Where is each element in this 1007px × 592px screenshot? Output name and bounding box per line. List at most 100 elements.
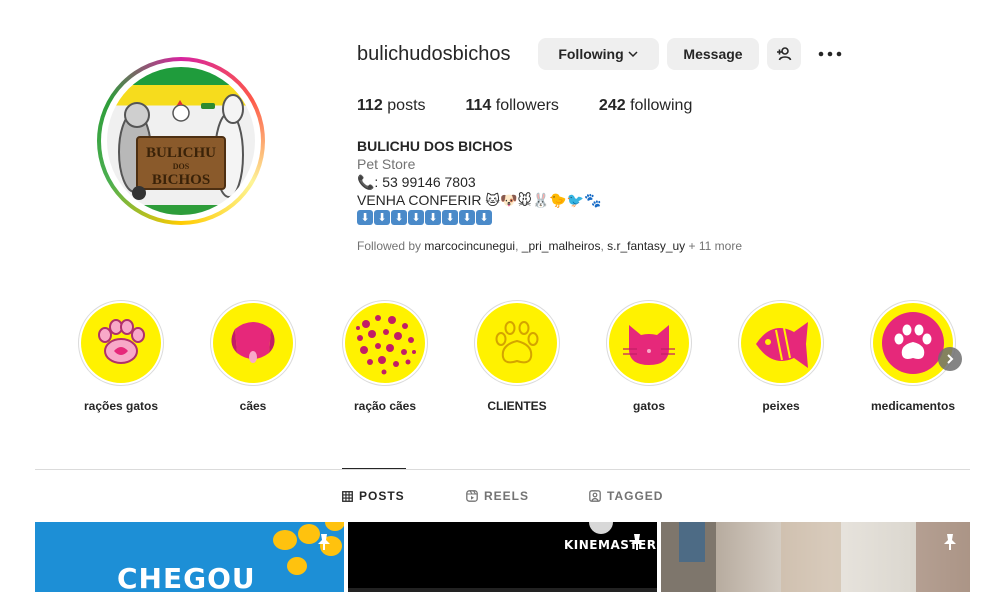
- followers-count: 114: [465, 97, 492, 114]
- highlight-label: ração cães: [353, 399, 417, 413]
- down-arrow-icon: ⬇: [425, 210, 441, 225]
- posts-count: 112: [357, 97, 383, 114]
- profile-stats: 112 posts 114 followers 242 following: [357, 96, 732, 116]
- tab-tagged-label: TAGGED: [607, 489, 664, 503]
- paw-pattern-icon: [356, 315, 416, 375]
- profile-avatar[interactable]: BULICHU DOS BICHOS: [97, 57, 265, 225]
- posts-label: posts: [387, 97, 426, 114]
- tagged-icon: [589, 490, 601, 502]
- followed-by-user[interactable]: marcocincunegui: [424, 239, 515, 253]
- chevron-right-icon: [947, 354, 954, 364]
- followed-by-more: + 11 more: [685, 239, 742, 253]
- avatar-logo-image: BULICHU DOS BICHOS: [107, 67, 255, 215]
- highlight-ring: [474, 300, 560, 386]
- bio-arrow-row: ⬇ ⬇ ⬇ ⬇ ⬇ ⬇ ⬇ ⬇: [357, 210, 777, 225]
- pin-icon: [318, 534, 330, 550]
- avatar-logo-illustration: BULICHU DOS BICHOS: [107, 94, 255, 215]
- tab-active-indicator: [342, 468, 406, 469]
- bio-phone-line: 📞: 53 99146 7803: [357, 174, 476, 190]
- followers-label: followers: [495, 97, 559, 114]
- highlight-item[interactable]: peixes: [721, 300, 841, 413]
- tab-posts[interactable]: POSTS: [342, 489, 405, 503]
- grid-icon: [342, 490, 353, 502]
- highlight-ring: [210, 300, 296, 386]
- following-stat[interactable]: 242 following: [599, 96, 692, 116]
- highlight-cover: [873, 303, 953, 383]
- tabs-divider: [35, 469, 970, 470]
- highlight-ring: [870, 300, 956, 386]
- followed-by-user[interactable]: _pri_malheiros: [522, 239, 601, 253]
- highlight-item[interactable]: CLIENTES: [457, 300, 577, 413]
- profile-full-name: BULICHU DOS BICHOS: [357, 138, 513, 154]
- cat-face-icon: [623, 325, 675, 365]
- avatar-logo-text-2: DOS: [173, 162, 190, 171]
- highlights-next-button[interactable]: [938, 347, 962, 371]
- highlight-cover: [81, 303, 161, 383]
- avatar-logo-text-1: BULICHU: [146, 145, 216, 161]
- highlight-label: rações gatos: [83, 399, 159, 413]
- avatar-logo-text-3: BICHOS: [152, 172, 210, 188]
- highlight-item[interactable]: rações gatos: [61, 300, 181, 413]
- more-options-button[interactable]: [816, 40, 844, 68]
- message-button-label: Message: [683, 46, 743, 62]
- highlight-cover: [213, 303, 293, 383]
- highlight-cover: [477, 303, 557, 383]
- post-thumbnail[interactable]: KINEMASTER: [348, 522, 657, 592]
- down-arrow-icon: ⬇: [391, 210, 407, 225]
- highlight-label: gatos: [632, 399, 665, 413]
- down-arrow-icon: ⬇: [459, 210, 475, 225]
- highlight-label: cães: [239, 399, 267, 413]
- highlight-label: CLIENTES: [487, 399, 547, 413]
- following-button-label: Following: [558, 46, 624, 62]
- posts-stat: 112 posts: [357, 96, 426, 116]
- profile-category: Pet Store: [357, 156, 416, 172]
- highlight-item[interactable]: cães: [193, 300, 313, 413]
- highlight-cover: [345, 303, 425, 383]
- down-arrow-icon: ⬇: [476, 210, 492, 225]
- post-thumbnail[interactable]: CHEGOU: [35, 522, 344, 592]
- down-arrow-icon: ⬇: [374, 210, 390, 225]
- post-image: [661, 522, 970, 592]
- following-count: 242: [598, 97, 626, 114]
- pin-icon: [944, 534, 956, 550]
- chevron-down-icon: [628, 51, 638, 58]
- highlight-cover: [741, 303, 821, 383]
- bio-promo-line: VENHA CONFERIR 🐱🐶🐭🐰🐤🐦🐾: [357, 192, 602, 208]
- highlight-ring: [78, 300, 164, 386]
- post-caption-text: CHEGOU: [117, 562, 256, 592]
- pin-icon: [631, 534, 643, 550]
- highlight-cover: [609, 303, 689, 383]
- dog-face-icon: [231, 322, 275, 363]
- highlight-ring: [738, 300, 824, 386]
- tab-tagged[interactable]: TAGGED: [589, 489, 663, 503]
- more-horizontal-icon: [818, 51, 842, 57]
- tab-reels[interactable]: REELS: [466, 489, 529, 503]
- followers-stat[interactable]: 114 followers: [466, 96, 559, 116]
- followed-by-prefix: Followed by: [357, 239, 425, 253]
- highlight-item[interactable]: gatos: [589, 300, 709, 413]
- following-label: following: [630, 97, 693, 114]
- highlight-ring: [606, 300, 692, 386]
- followed-by-user[interactable]: s.r_fantasy_uy: [607, 239, 685, 253]
- highlight-item[interactable]: ração cães: [325, 300, 445, 413]
- tab-posts-label: POSTS: [359, 489, 405, 503]
- paw-circle-icon: [882, 312, 944, 374]
- cat-paw-icon: [98, 319, 145, 364]
- highlight-label: peixes: [762, 399, 800, 413]
- fish-icon: [756, 322, 808, 368]
- followed-by-separator: ,: [515, 239, 522, 253]
- person-add-icon: [777, 47, 792, 61]
- profile-bio: BULICHU DOS BICHOS Pet Store 📞: 53 99146…: [357, 137, 777, 225]
- message-button[interactable]: Message: [667, 38, 759, 70]
- avatar-inner-ring: BULICHU DOS BICHOS: [101, 61, 261, 221]
- following-button[interactable]: Following: [538, 38, 659, 70]
- post-thumbnail[interactable]: [661, 522, 970, 592]
- down-arrow-icon: ⬇: [408, 210, 424, 225]
- profile-username: bulichudosbichos: [357, 43, 511, 65]
- down-arrow-icon: ⬇: [357, 210, 373, 225]
- paw-outline-icon: [495, 321, 539, 364]
- suggested-users-button[interactable]: [767, 38, 801, 70]
- tab-reels-label: REELS: [484, 489, 530, 503]
- followed-by-line[interactable]: Followed by marcocincunegui, _pri_malhei…: [357, 239, 742, 253]
- post-image: [348, 522, 657, 592]
